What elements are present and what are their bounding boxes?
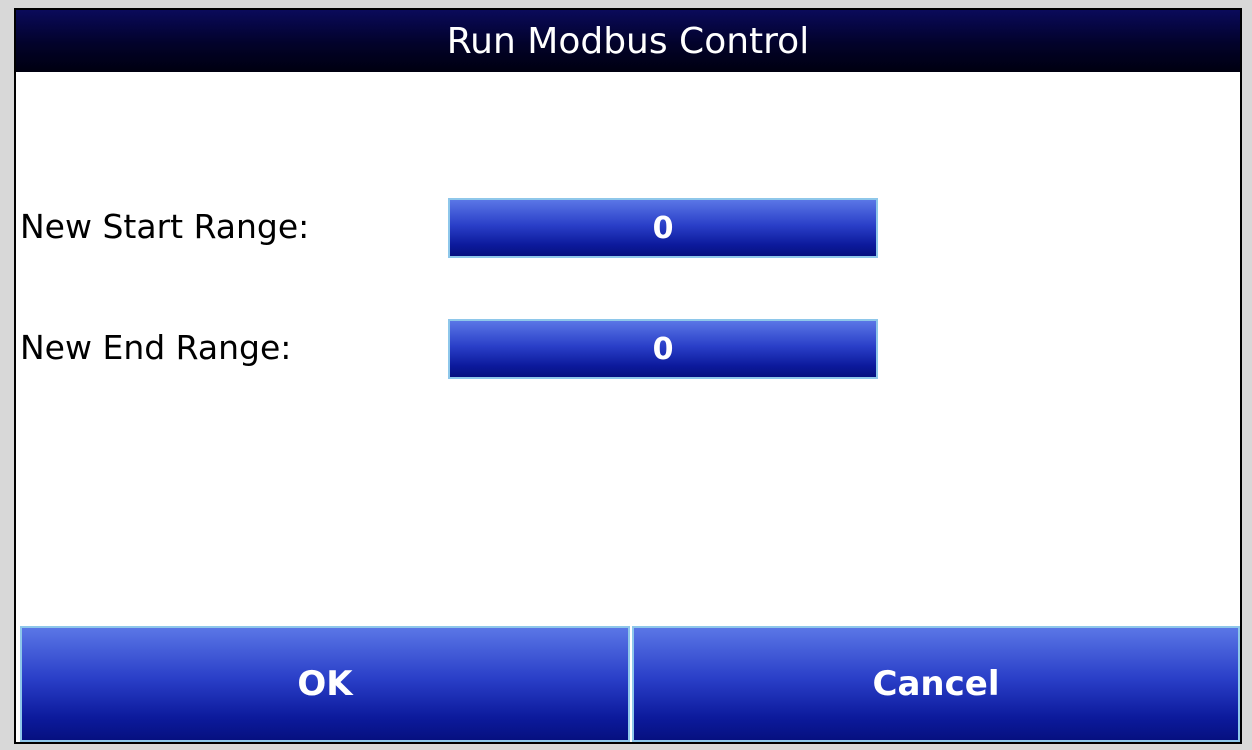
end-range-label: New End Range:	[20, 328, 292, 367]
ok-button[interactable]: OK	[20, 626, 630, 742]
end-range-field[interactable]: 0	[448, 319, 878, 379]
start-range-label: New Start Range:	[20, 207, 310, 246]
dialog-title: Run Modbus Control	[446, 20, 810, 62]
start-range-value: 0	[652, 210, 674, 246]
end-range-value: 0	[652, 331, 674, 367]
modbus-dialog: Run Modbus Control New Start Range: 0 Ne…	[14, 8, 1242, 744]
cancel-button[interactable]: Cancel	[632, 626, 1240, 742]
title-bar: Run Modbus Control	[16, 10, 1240, 72]
ok-button-label: OK	[297, 664, 353, 704]
cancel-button-label: Cancel	[872, 664, 1000, 704]
start-range-field[interactable]: 0	[448, 198, 878, 258]
